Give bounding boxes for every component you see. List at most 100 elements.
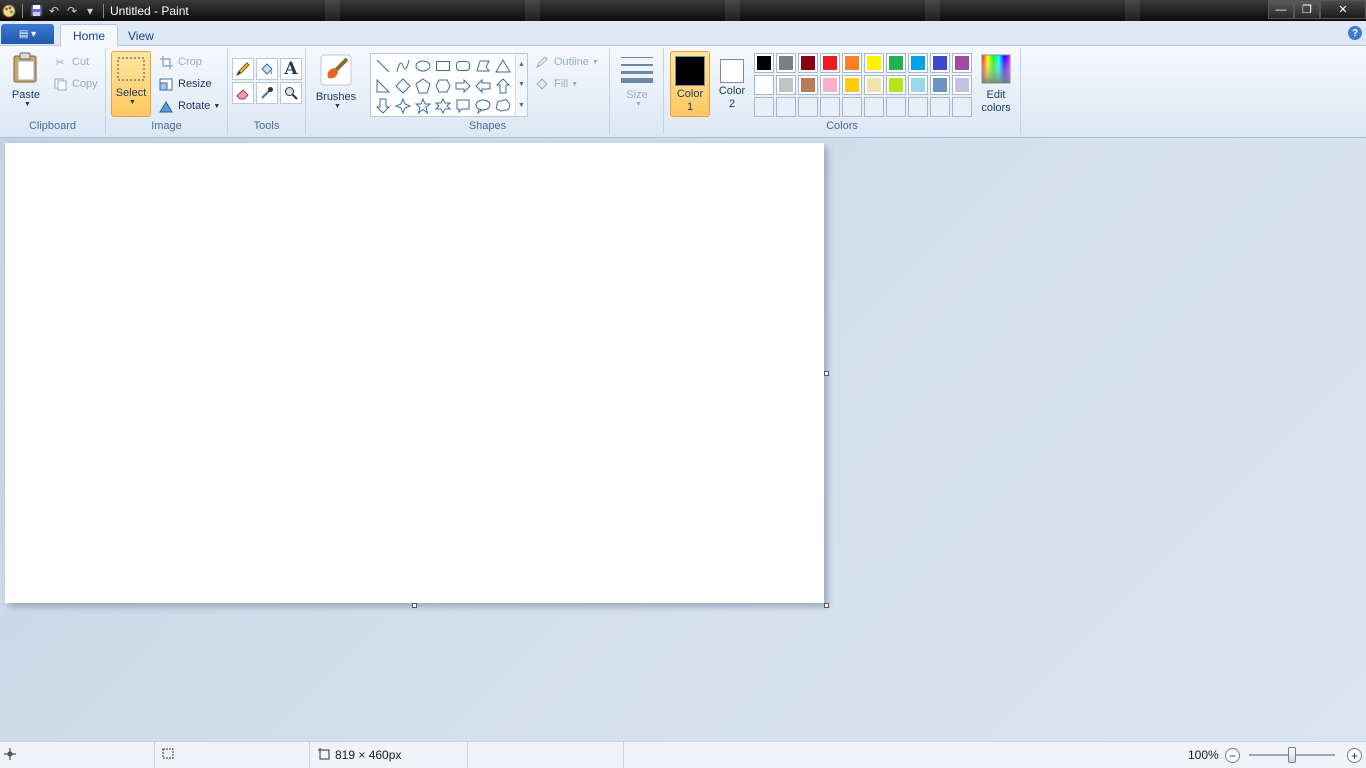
palette-custom-slot-3[interactable] [798,97,818,117]
undo-icon[interactable]: ↶ [45,2,63,20]
shapes-gallery: ▲ ▼ ▼ [370,53,528,117]
magnifier-icon[interactable] [280,82,302,104]
palette-custom-slot-7[interactable] [886,97,906,117]
right-triangle-shape-icon[interactable] [373,76,393,96]
six-point-star-shape-icon[interactable] [433,96,453,116]
palette-color-2-5[interactable] [842,75,862,95]
zoom-in-button[interactable]: + [1347,748,1362,763]
down-arrow-shape-icon[interactable] [373,96,393,116]
palette-color-2-7[interactable] [886,75,906,95]
right-arrow-shape-icon[interactable] [453,76,473,96]
four-point-star-shape-icon[interactable] [393,96,413,116]
oval-shape-icon[interactable] [413,56,433,76]
tools-group-label: Tools [253,120,280,132]
palette-color-2-6[interactable] [864,75,884,95]
palette-custom-slot-4[interactable] [820,97,840,117]
rotate-button[interactable]: Rotate ▼ [158,96,220,116]
select-button[interactable]: Select ▼ [111,51,151,117]
copy-button[interactable]: Copy [52,74,98,94]
shapes-scroll-up-icon[interactable]: ▲ [518,61,525,68]
five-point-star-shape-icon[interactable] [413,96,433,116]
palette-custom-slot-6[interactable] [864,97,884,117]
oval-callout-shape-icon[interactable] [473,96,493,116]
maximize-button[interactable]: ❐ [1294,0,1320,19]
canvas-resize-handle-right[interactable] [824,371,829,376]
size-button[interactable]: Size ▼ [618,54,656,108]
color2-button[interactable]: Color 2 [714,51,750,117]
palette-custom-slot-2[interactable] [776,97,796,117]
palette-color-1-8[interactable] [908,53,928,73]
zoom-slider-thumb[interactable] [1288,747,1296,763]
canvas-resize-handle-corner[interactable] [824,603,829,608]
crop-button[interactable]: Crop [158,52,202,72]
palette-color-1-6[interactable] [864,53,884,73]
left-arrow-shape-icon[interactable] [473,76,493,96]
palette-color-1-4[interactable] [820,53,840,73]
outline-button[interactable]: Outline ▼ [534,52,599,72]
palette-color-2-1[interactable] [754,75,774,95]
color1-button[interactable]: Color 1 [670,51,710,117]
hexagon-shape-icon[interactable] [433,76,453,96]
zoom-out-button[interactable]: − [1225,748,1240,763]
palette-color-1-5[interactable] [842,53,862,73]
minimize-button[interactable]: — [1268,0,1294,19]
palette-color-2-9[interactable] [930,75,950,95]
line-shape-icon[interactable] [373,56,393,76]
save-icon[interactable] [27,2,45,20]
rounded-callout-shape-icon[interactable] [453,96,473,116]
palette-custom-slot-8[interactable] [908,97,928,117]
palette-color-2-2[interactable] [776,75,796,95]
drawing-canvas[interactable] [5,143,824,603]
shapes-group: ▲ ▼ ▼ Outline ▼ Fill ▼ Shapes [366,48,610,134]
resize-button[interactable]: Resize [158,74,212,94]
paste-button[interactable]: Paste ▼ [6,52,46,108]
cloud-callout-shape-icon[interactable] [493,96,513,116]
palette-color-1-10[interactable] [952,53,972,73]
canvas-resize-handle-bottom[interactable] [412,603,417,608]
triangle-shape-icon[interactable] [493,56,513,76]
palette-custom-slot-5[interactable] [842,97,862,117]
paint-menu-button[interactable]: ▤ ▾ [1,24,54,44]
palette-color-2-4[interactable] [820,75,840,95]
redo-icon[interactable]: ↷ [63,2,81,20]
rounded-rectangle-shape-icon[interactable] [453,56,473,76]
palette-custom-slot-10[interactable] [952,97,972,117]
tab-view[interactable]: View [116,24,166,47]
window-controls: — ❐ ✕ [1268,0,1366,19]
curve-shape-icon[interactable] [393,56,413,76]
pencil-icon[interactable] [232,58,254,80]
fill-button[interactable]: Fill ▼ [534,74,578,94]
text-icon[interactable]: A [280,58,302,80]
rectangle-shape-icon[interactable] [433,56,453,76]
palette-color-2-10[interactable] [952,75,972,95]
palette-color-1-2[interactable] [776,53,796,73]
color-picker-icon[interactable] [256,82,278,104]
close-button[interactable]: ✕ [1320,0,1366,19]
eraser-icon[interactable] [232,82,254,104]
palette-color-2-3[interactable] [798,75,818,95]
customize-quick-access-icon[interactable]: ▾ [81,2,99,20]
shapes-scroll-down-icon[interactable]: ▼ [518,81,525,88]
shapes-scrollbar[interactable]: ▲ ▼ ▼ [515,54,527,116]
palette-color-1-9[interactable] [930,53,950,73]
palette-color-1-7[interactable] [886,53,906,73]
help-icon[interactable]: ? [1348,26,1362,40]
cut-button[interactable]: ✂ Cut [52,52,89,72]
paint-app-icon[interactable] [0,2,18,20]
up-arrow-shape-icon[interactable] [493,76,513,96]
pentagon-shape-icon[interactable] [413,76,433,96]
edit-colors-button[interactable]: Edit colors [976,54,1016,115]
fill-bucket-icon[interactable] [256,58,278,80]
palette-color-2-8[interactable] [908,75,928,95]
shapes-expand-icon[interactable]: ▼ [518,102,525,109]
palette-color-1-1[interactable] [754,53,774,73]
tab-home[interactable]: Home [60,24,119,47]
polygon-shape-icon[interactable] [473,56,493,76]
palette-custom-slot-1[interactable] [754,97,774,117]
palette-custom-slot-9[interactable] [930,97,950,117]
palette-color-1-3[interactable] [798,53,818,73]
paste-label: Paste [11,89,41,101]
canvas-size-icon [318,747,330,763]
brushes-button[interactable]: Brushes ▼ [312,54,360,110]
diamond-shape-icon[interactable] [393,76,413,96]
